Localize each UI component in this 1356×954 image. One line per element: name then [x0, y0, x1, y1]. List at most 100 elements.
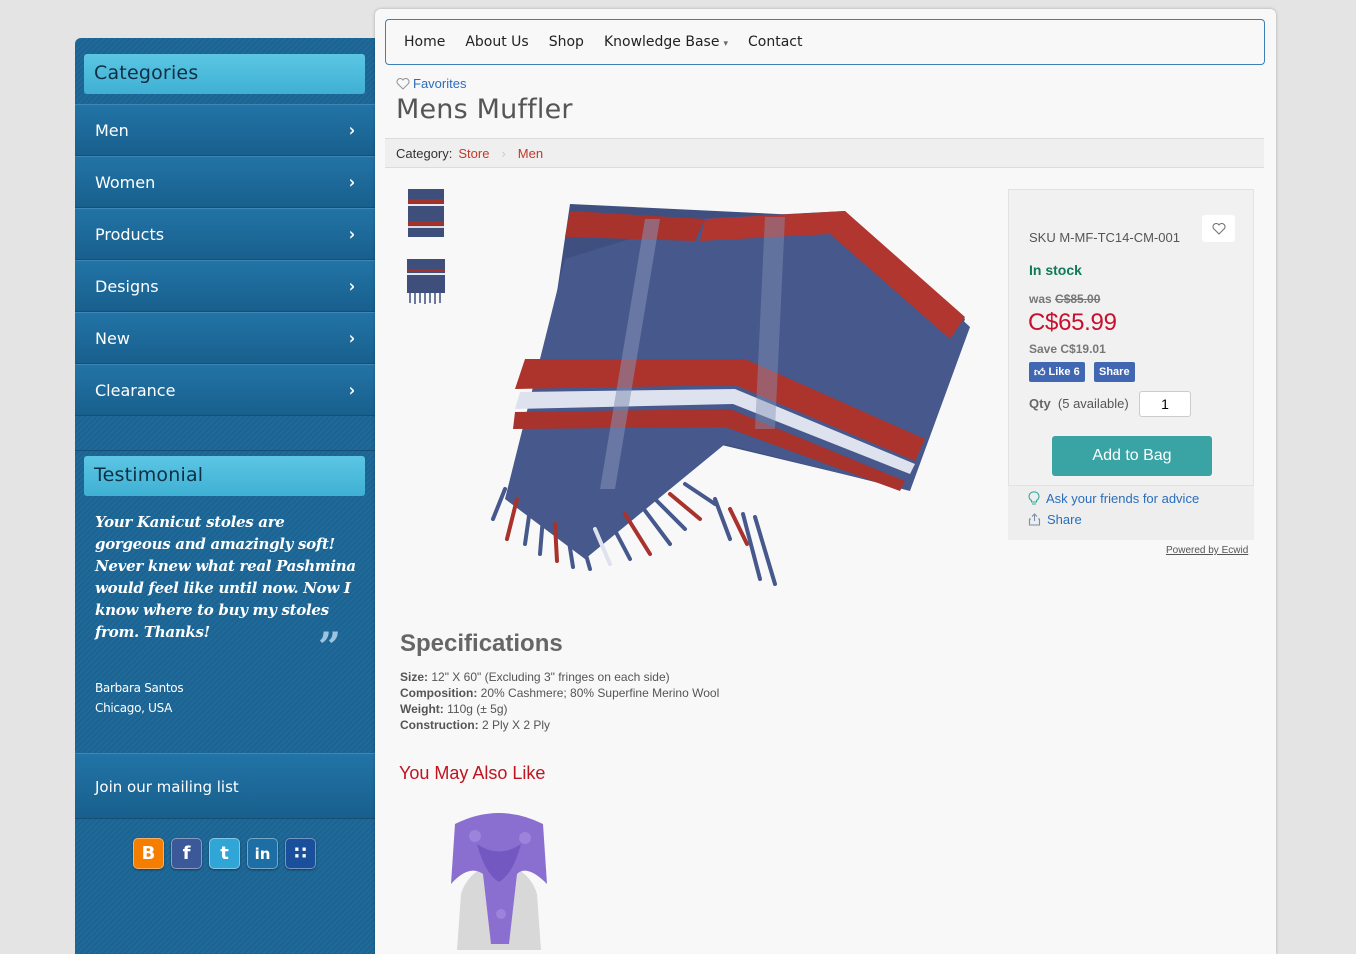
- original-price: C$85.00: [1055, 292, 1101, 306]
- save-amount: C$19.01: [1060, 342, 1106, 356]
- breadcrumb-men[interactable]: Men: [518, 146, 543, 161]
- testimonial-author: Barbara Santos Chicago, USA: [95, 678, 184, 718]
- heart-icon: [396, 77, 410, 90]
- breadcrumb-separator: ›: [501, 146, 506, 161]
- blogger-icon[interactable]: B: [133, 838, 164, 869]
- chevron-right-icon: ›: [348, 379, 355, 401]
- purchase-box: SKU M-MF-TC14-CM-001 In stock was C$85.0…: [1008, 189, 1254, 486]
- chevron-right-icon: ›: [348, 171, 355, 193]
- divider: [75, 450, 375, 451]
- linkedin-icon[interactable]: in: [247, 838, 278, 869]
- stock-status: In stock: [1029, 262, 1082, 278]
- product-main-image[interactable]: [485, 199, 975, 599]
- spec-key: Composition:: [400, 686, 478, 700]
- product-thumbnail-2[interactable]: [405, 255, 447, 307]
- social-icons: B f t in ∷: [133, 838, 316, 869]
- quote-icon: ”: [318, 624, 342, 671]
- fb-like-label: Like 6: [1048, 366, 1080, 378]
- chevron-right-icon: ›: [348, 275, 355, 297]
- add-to-favorites-button[interactable]: [1202, 215, 1235, 242]
- related-product-image[interactable]: [447, 804, 551, 950]
- share-label: Share: [1047, 512, 1082, 527]
- ask-friends-label: Ask your friends for advice: [1046, 491, 1200, 506]
- specifications-list: Size: 12" X 60" (Excluding 3" fringes on…: [400, 669, 719, 733]
- spec-value: 2 Ply X 2 Ply: [482, 718, 551, 732]
- category-label: Category:: [396, 146, 453, 161]
- sidebar-item-new[interactable]: New ›: [75, 312, 375, 364]
- qty-available: (5 available): [1057, 396, 1129, 411]
- sidebar-item-clearance[interactable]: Clearance ›: [75, 364, 375, 416]
- testimonial-header: Testimonial: [84, 456, 365, 496]
- spec-key: Construction:: [400, 718, 479, 732]
- top-navigation: Home About Us Shop Knowledge Base ▾ Conta…: [385, 19, 1265, 65]
- nav-contact[interactable]: Contact: [738, 34, 812, 50]
- sidebar-item-designs[interactable]: Designs ›: [75, 260, 375, 312]
- social-advice-box: Ask your friends for advice Share: [1008, 486, 1254, 540]
- spec-row: Size: 12" X 60" (Excluding 3" fringes on…: [400, 669, 719, 685]
- sidebar-item-label: New: [95, 328, 130, 348]
- quantity-label: Qty (5 available): [1029, 396, 1129, 411]
- sidebar-item-products[interactable]: Products ›: [75, 208, 375, 260]
- facebook-share-button[interactable]: Share: [1094, 362, 1135, 382]
- spec-row: Composition: 20% Cashmere; 80% Superfine…: [400, 685, 719, 701]
- product-title: Mens Muffler: [396, 94, 573, 125]
- savings: Save C$19.01: [1029, 342, 1106, 356]
- mailing-list-link[interactable]: Join our mailing list: [75, 753, 375, 819]
- sale-price: C$65.99: [1028, 309, 1117, 336]
- spec-key: Size:: [400, 670, 429, 684]
- twitter-icon[interactable]: t: [209, 838, 240, 869]
- spec-value: 20% Cashmere; 80% Superfine Merino Wool: [480, 686, 720, 700]
- nav-home[interactable]: Home: [394, 34, 455, 50]
- main-panel: Home About Us Shop Knowledge Base ▾ Conta…: [375, 9, 1276, 954]
- breadcrumb: Category: Store › Men: [385, 138, 1264, 168]
- share-icon: [1028, 513, 1041, 526]
- qty-text: Qty: [1029, 396, 1051, 411]
- nav-knowledge-base[interactable]: Knowledge Base ▾: [594, 34, 738, 50]
- sidebar-item-men[interactable]: Men ›: [75, 104, 375, 156]
- chevron-right-icon: ›: [348, 119, 355, 141]
- sidebar-item-label: Products: [95, 224, 165, 244]
- caret-down-icon: ▾: [723, 39, 728, 49]
- quantity-input[interactable]: [1139, 391, 1191, 417]
- spec-value: 110g (± 5g): [447, 702, 508, 716]
- breadcrumb-store[interactable]: Store: [458, 146, 489, 161]
- related-products-title: You May Also Like: [399, 763, 546, 783]
- sidebar: Categories Men › Women › Products › Desi…: [75, 38, 375, 954]
- product-sku: SKU M-MF-TC14-CM-001: [1029, 230, 1180, 245]
- myspace-icon[interactable]: ∷: [285, 838, 316, 869]
- sidebar-item-label: Women: [95, 172, 156, 192]
- heart-icon: [1211, 222, 1226, 235]
- spec-value: 12" X 60" (Excluding 3" fringes on each …: [431, 670, 670, 684]
- facebook-like-button[interactable]: 👍︎ Like 6: [1029, 362, 1085, 382]
- sidebar-item-women[interactable]: Women ›: [75, 156, 375, 208]
- lightbulb-icon: [1028, 491, 1040, 505]
- sidebar-item-label: Clearance: [95, 380, 176, 400]
- save-label: Save: [1029, 342, 1058, 356]
- chevron-right-icon: ›: [348, 223, 355, 245]
- spec-key: Weight:: [400, 702, 444, 716]
- sidebar-item-label: Men: [95, 120, 129, 140]
- sidebar-item-label: Designs: [95, 276, 159, 296]
- product-thumbnail-1[interactable]: [405, 187, 447, 239]
- nav-about[interactable]: About Us: [455, 34, 538, 50]
- category-list: Men › Women › Products › Designs › New ›…: [75, 104, 375, 416]
- nav-label: Knowledge Base: [603, 34, 720, 50]
- add-to-bag-button[interactable]: Add to Bag: [1052, 436, 1212, 476]
- spec-row: Construction: 2 Ply X 2 Ply: [400, 717, 719, 733]
- categories-header: Categories: [84, 54, 365, 94]
- nav-shop[interactable]: Shop: [539, 34, 594, 50]
- chevron-right-icon: ›: [348, 327, 355, 349]
- was-label: was: [1029, 292, 1052, 306]
- favorites-link[interactable]: Favorites: [396, 76, 466, 91]
- powered-by-link[interactable]: Powered by Ecwid: [1166, 545, 1248, 556]
- thumbs-up-icon: 👍︎: [1034, 366, 1046, 379]
- was-price: was C$85.00: [1029, 292, 1100, 306]
- author-name: Barbara Santos: [95, 681, 184, 695]
- share-link[interactable]: Share: [1028, 512, 1082, 527]
- author-location: Chicago, USA: [95, 701, 173, 715]
- ask-friends-link[interactable]: Ask your friends for advice: [1028, 491, 1199, 506]
- spec-row: Weight: 110g (± 5g): [400, 701, 719, 717]
- facebook-icon[interactable]: f: [171, 838, 202, 869]
- favorites-label: Favorites: [413, 76, 467, 91]
- specifications-title: Specifications: [400, 630, 563, 657]
